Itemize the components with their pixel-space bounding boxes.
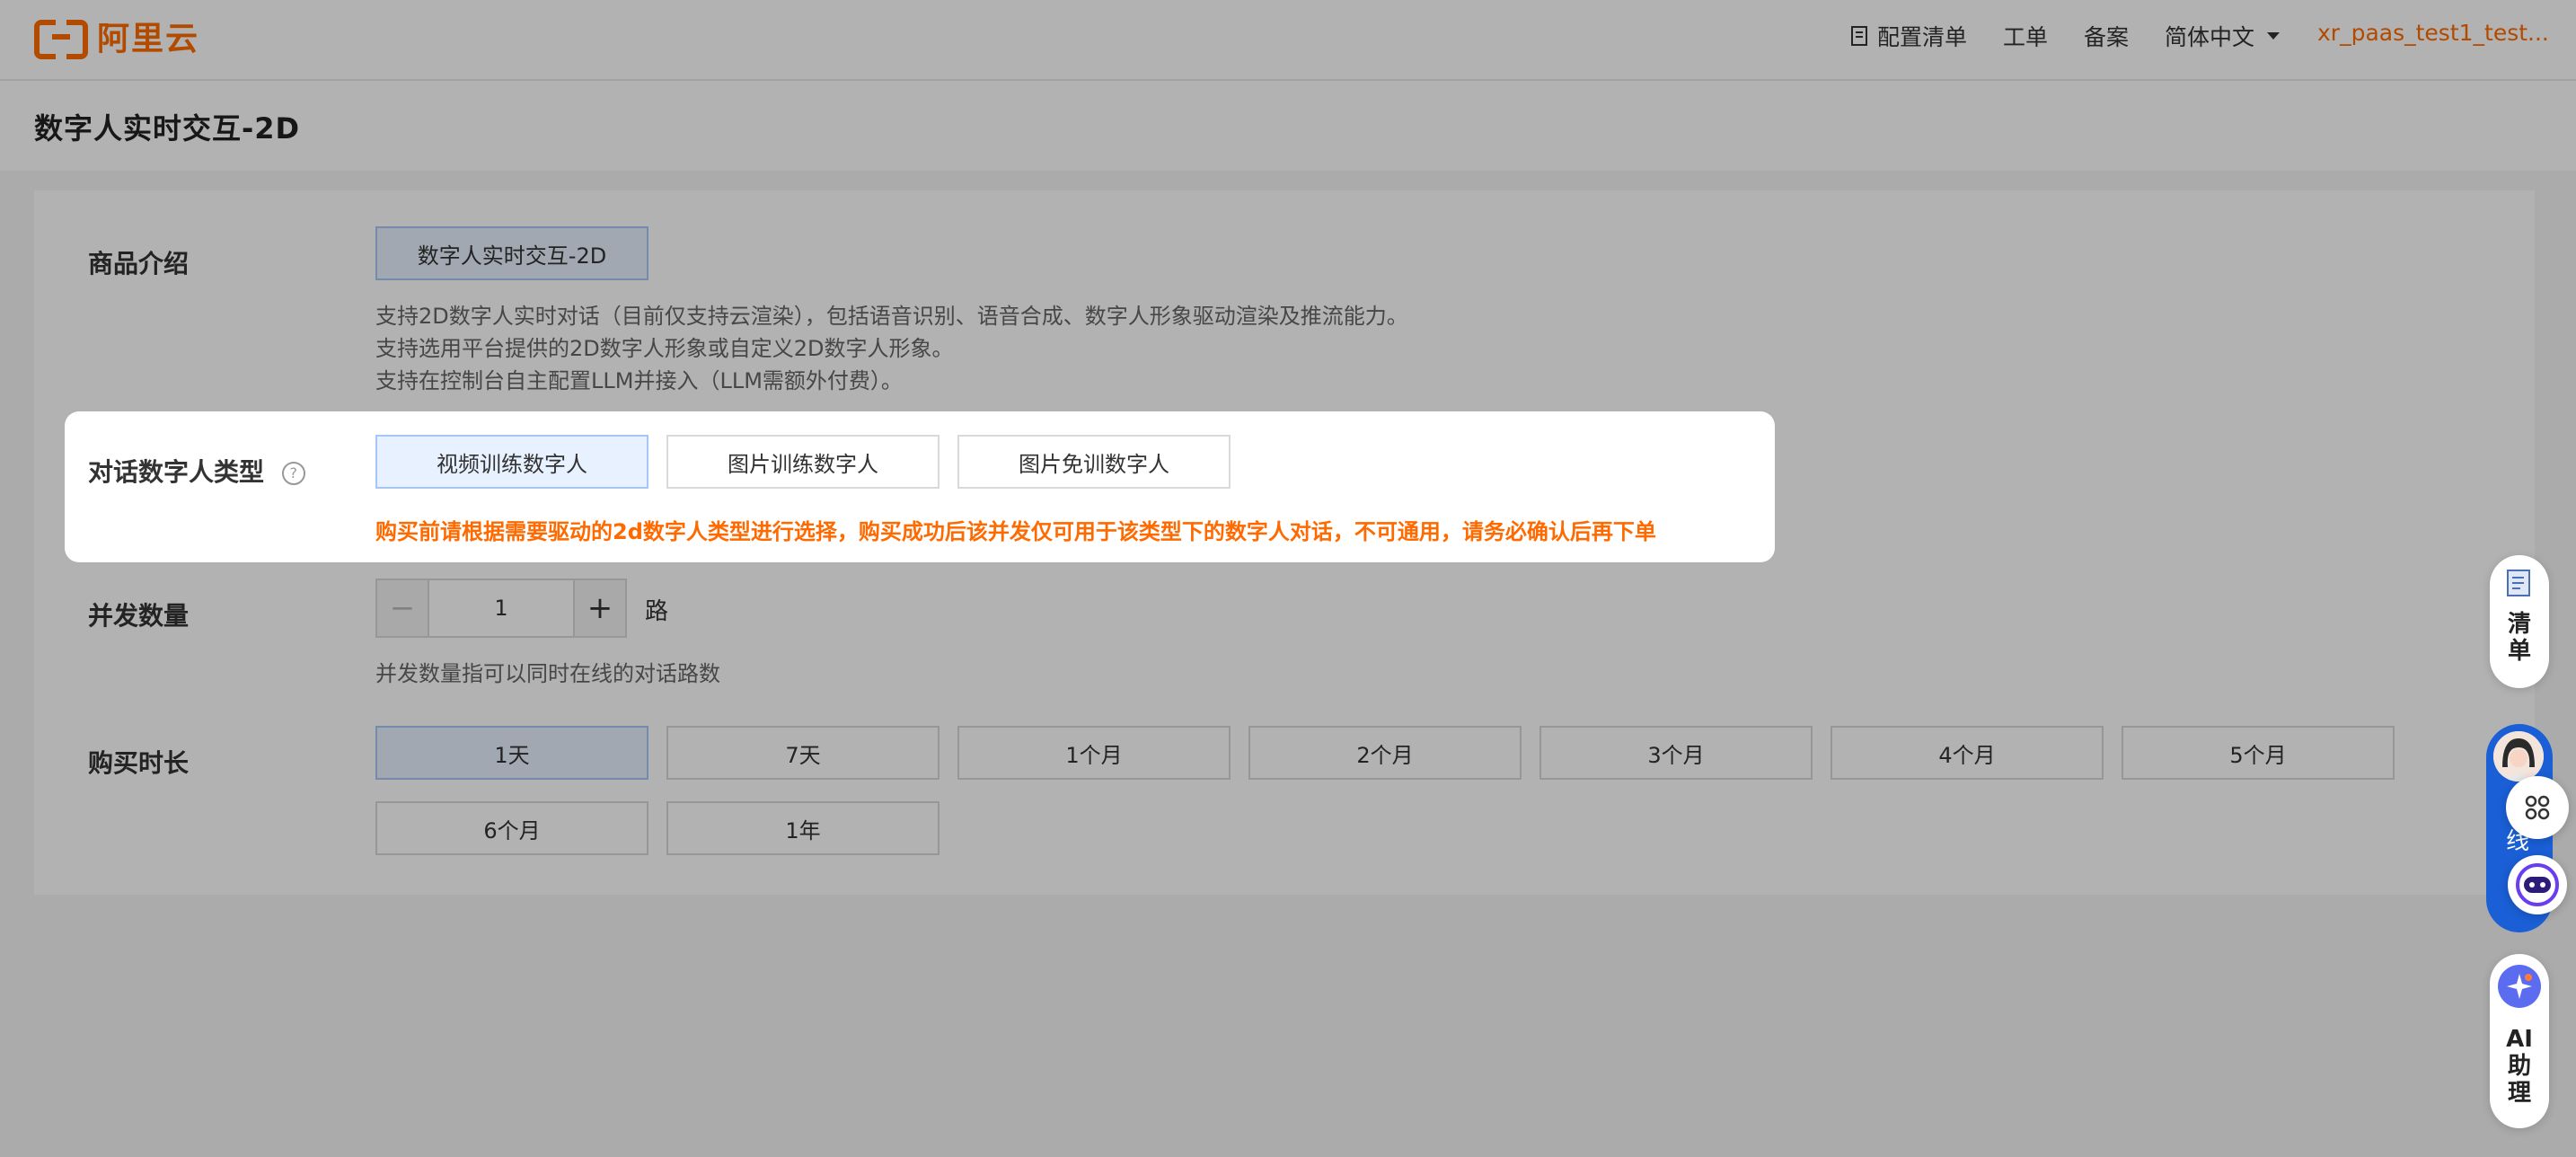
purchase-warning: 购买前请根据需要驱动的2d数字人类型进行选择，购买成功后该并发仅可用于该类型下的…: [375, 519, 1656, 544]
dim-overlay: [0, 0, 2576, 1157]
avatar-type-label: 对话数字人类型: [88, 457, 265, 487]
robot-assistant-button[interactable]: [2508, 855, 2567, 914]
robot-icon: [2516, 863, 2559, 906]
grid-icon: [2525, 795, 2550, 820]
avatar-type-image-trained[interactable]: 图片训练数字人: [666, 435, 940, 489]
ai-label-2: 助: [2507, 1053, 2531, 1080]
ai-label-3: 理: [2507, 1080, 2531, 1107]
help-icon[interactable]: ?: [281, 462, 305, 485]
avatar: [2493, 731, 2544, 782]
avatar-type-video-trained[interactable]: 视频训练数字人: [375, 435, 648, 489]
grid-icon-button[interactable]: [2506, 776, 2569, 839]
sparkle-icon: [2498, 965, 2541, 1008]
avatar-type-label-row: 对话数字人类型 ?: [88, 453, 305, 489]
ai-label-1: AI: [2506, 1026, 2533, 1053]
ai-assistant-button[interactable]: AI 助 理: [2490, 954, 2549, 1128]
float-list-label-1: 清: [2507, 611, 2531, 638]
avatar-type-image-no-training[interactable]: 图片免训数字人: [957, 435, 1231, 489]
float-list-button[interactable]: 清 单: [2490, 555, 2549, 688]
float-list-label-2: 单: [2507, 638, 2531, 665]
list-icon: [2507, 570, 2530, 596]
